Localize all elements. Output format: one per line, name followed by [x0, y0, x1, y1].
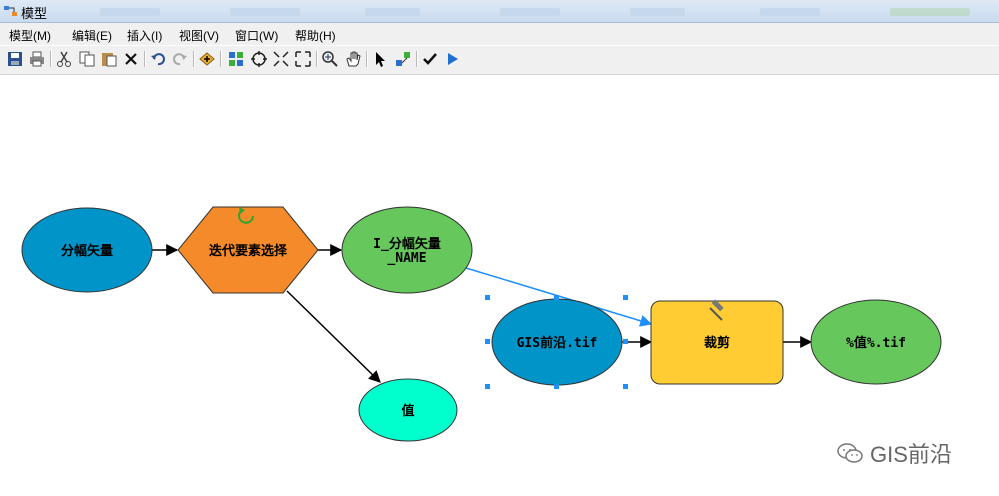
toolbar-separator — [220, 51, 222, 67]
blurred-tab — [760, 8, 820, 16]
blurred-tab — [100, 8, 160, 16]
node-value[interactable]: 值 — [358, 378, 458, 442]
wechat-icon — [837, 443, 863, 463]
menu-window[interactable]: 窗口(W) — [235, 27, 278, 44]
node-clip-tool-label: 裁剪 — [704, 335, 730, 351]
toolbar-separator — [50, 51, 52, 67]
zoom-out-fixed-icon[interactable] — [293, 49, 313, 69]
watermark-text: GIS前沿 — [870, 442, 952, 467]
delete-icon[interactable] — [121, 49, 141, 69]
node-output-tif[interactable]: %值%.tif — [810, 299, 942, 385]
zoom-in-icon[interactable] — [320, 49, 340, 69]
node-clip-tool[interactable]: 裁剪 — [650, 299, 784, 385]
menu-model[interactable]: 模型(M) — [9, 27, 51, 44]
model-diagram: 分幅矢量 迭代要素选择 I_分幅矢量 _NAME 值 GIS前沿.tif 裁剪 … — [21, 206, 942, 442]
window-title: 模型 — [21, 6, 48, 21]
zoom-in-fixed-icon[interactable] — [271, 49, 291, 69]
toolbar-separator — [144, 51, 146, 67]
node-output-tif-label: %值%.tif — [846, 335, 906, 351]
toolbar-separator — [416, 51, 418, 67]
select-icon[interactable] — [370, 49, 390, 69]
edge-iterator-to-value[interactable] — [286, 290, 381, 383]
redo-icon[interactable] — [170, 49, 190, 69]
node-iterator-label: 迭代要素选择 — [209, 243, 288, 259]
blurred-tab — [230, 8, 300, 16]
save-icon[interactable] — [5, 49, 25, 69]
connect-icon[interactable] — [393, 49, 413, 69]
pan-icon[interactable] — [343, 49, 363, 69]
node-name-variable-line1: I_分幅矢量 — [373, 236, 441, 252]
node-input-vector[interactable]: 分幅矢量 — [21, 207, 153, 293]
undo-icon[interactable] — [148, 49, 168, 69]
node-iterator[interactable]: 迭代要素选择 — [177, 206, 319, 294]
watermark: GIS前沿 — [836, 437, 952, 469]
node-gis-tif-label: GIS前沿.tif — [517, 335, 598, 351]
menu-insert[interactable]: 插入(I) — [127, 27, 162, 44]
node-name-variable-line2: _NAME — [387, 251, 426, 266]
model-canvas[interactable]: 分幅矢量 迭代要素选择 I_分幅矢量 _NAME 值 GIS前沿.tif 裁剪 … — [0, 75, 999, 496]
auto-layout-icon[interactable] — [226, 49, 246, 69]
node-gis-tif[interactable]: GIS前沿.tif — [491, 298, 623, 386]
node-input-vector-label: 分幅矢量 — [61, 243, 113, 259]
full-extent-icon[interactable] — [249, 49, 269, 69]
title-bar: 模型 — [0, 0, 999, 23]
menu-edit[interactable]: 编辑(E) — [72, 27, 112, 44]
copy-icon[interactable] — [77, 49, 97, 69]
toolbar-separator — [366, 51, 368, 67]
toolbar — [0, 46, 999, 75]
blurred-tab — [630, 8, 685, 16]
node-value-label: 值 — [401, 403, 414, 419]
model-app-icon — [4, 6, 17, 16]
node-name-variable[interactable]: I_分幅矢量 _NAME — [341, 206, 473, 294]
validate-icon[interactable] — [420, 49, 440, 69]
blurred-tab — [890, 8, 970, 16]
blurred-tab — [365, 8, 420, 16]
menu-help[interactable]: 帮助(H) — [295, 27, 336, 44]
menu-bar: 模型(M) 编辑(E) 插入(I) 视图(V) 窗口(W) 帮助(H) — [0, 23, 999, 45]
cut-icon[interactable] — [54, 49, 74, 69]
add-data-icon[interactable] — [197, 49, 217, 69]
print-icon[interactable] — [27, 49, 47, 69]
toolbar-separator — [316, 51, 318, 67]
toolbar-separator — [193, 51, 195, 67]
run-icon[interactable] — [442, 49, 462, 69]
menu-view[interactable]: 视图(V) — [179, 27, 219, 44]
paste-icon[interactable] — [99, 49, 119, 69]
blurred-tab — [500, 8, 560, 16]
